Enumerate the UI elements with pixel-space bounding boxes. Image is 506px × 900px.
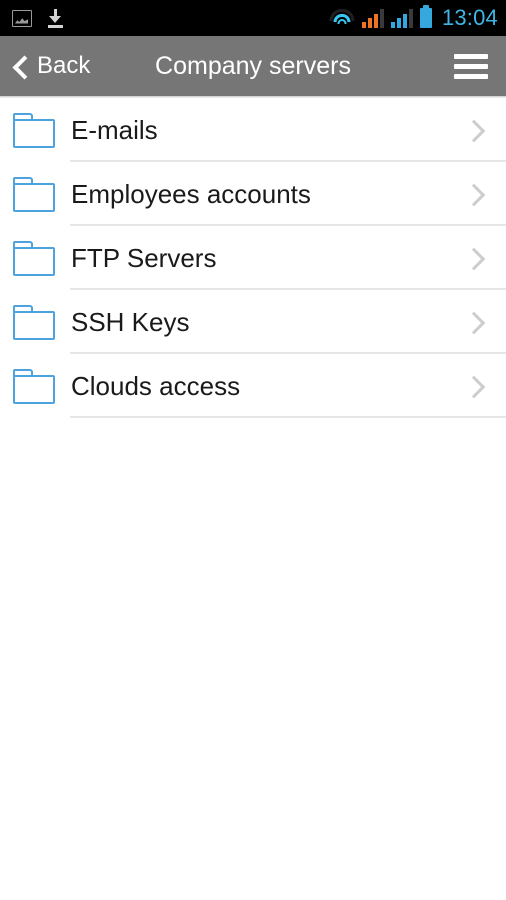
signal-sim2-icon: [390, 9, 413, 28]
chevron-right-icon: [466, 314, 482, 330]
back-button-label: Back: [37, 52, 91, 79]
folder-icon: [13, 240, 55, 276]
list-item[interactable]: E-mails: [0, 98, 506, 162]
list-item-label: Employees accounts: [71, 179, 311, 209]
chevron-right-icon: [466, 122, 482, 138]
hamburger-menu-icon[interactable]: [450, 36, 492, 96]
list-item-label: Clouds access: [71, 371, 241, 401]
chevron-right-icon: [466, 378, 482, 394]
gallery-icon: [12, 9, 32, 27]
battery-icon: [419, 5, 432, 28]
folder-icon: [13, 176, 55, 212]
list-item[interactable]: Employees accounts: [0, 162, 506, 226]
chevron-right-icon: [466, 250, 482, 266]
status-bar-clock: 13:04: [441, 5, 498, 30]
app-header: Back Company servers: [0, 36, 506, 96]
status-bar-right-icons: 13:04: [329, 0, 498, 36]
download-icon: [46, 8, 65, 28]
list-item-divider: [70, 416, 506, 418]
signal-sim1-icon: [361, 9, 384, 28]
list-item-label: E-mails: [71, 115, 158, 145]
chevron-left-icon: [12, 58, 29, 75]
folder-icon: [13, 304, 55, 340]
folder-icon: [13, 112, 55, 148]
back-button[interactable]: Back: [12, 36, 96, 96]
folder-icon: [13, 368, 55, 404]
folder-list: E-mails Employees accounts FTP Servers S…: [0, 98, 506, 418]
list-item-label: FTP Servers: [71, 243, 217, 273]
list-item[interactable]: SSH Keys: [0, 290, 506, 354]
wifi-icon: [329, 8, 355, 28]
status-bar-left-icons: [12, 8, 65, 28]
status-bar: 13:04: [0, 0, 506, 36]
list-item-label: SSH Keys: [71, 307, 190, 337]
list-item[interactable]: FTP Servers: [0, 226, 506, 290]
chevron-right-icon: [466, 186, 482, 202]
list-item[interactable]: Clouds access: [0, 354, 506, 418]
